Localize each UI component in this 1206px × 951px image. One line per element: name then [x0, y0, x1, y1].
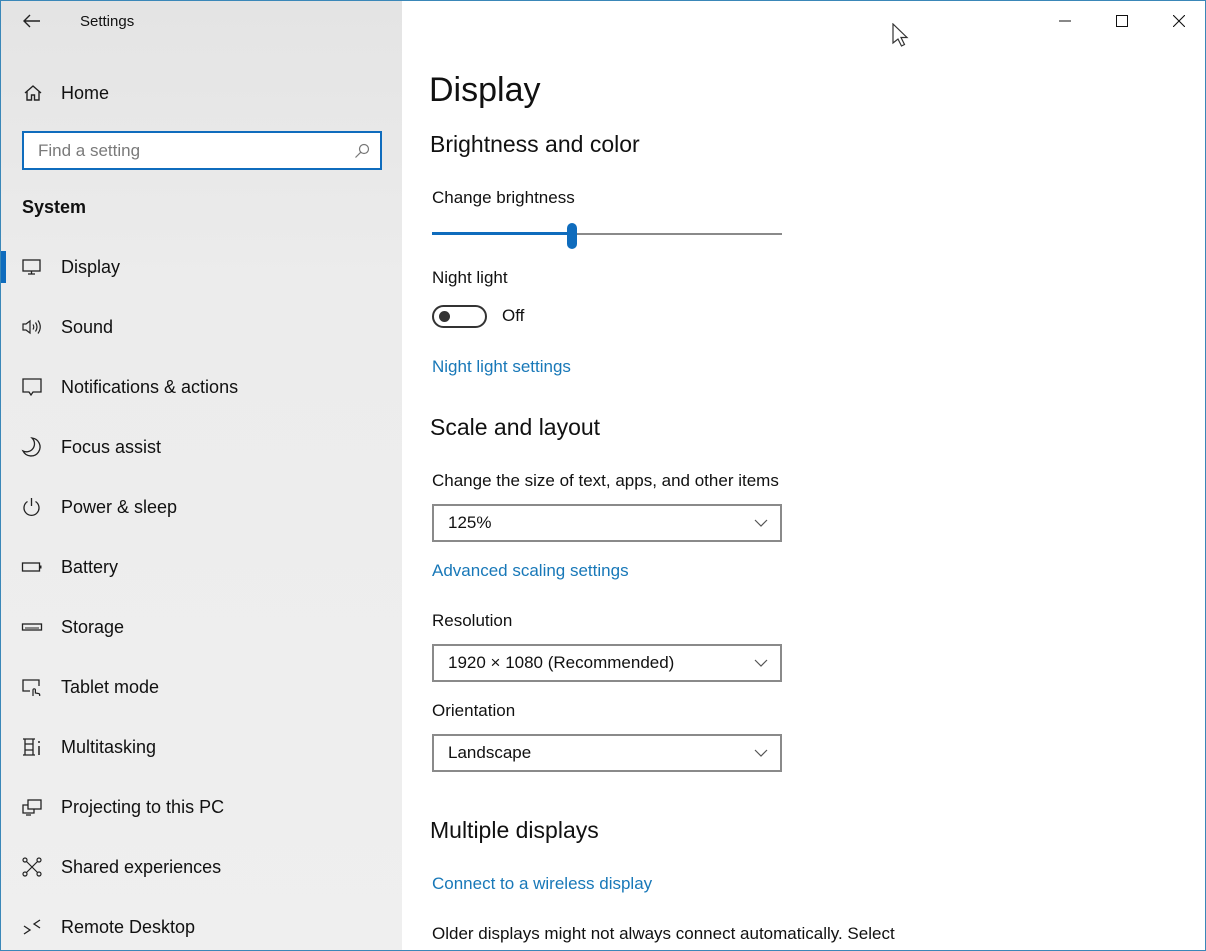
- toggle-knob: [439, 311, 450, 322]
- orientation-label: Orientation: [432, 701, 516, 720]
- settings-window: Settings Home System Display Sound Notif…: [0, 0, 1206, 951]
- sidebar-item-label: Battery: [61, 556, 119, 577]
- sidebar-item-notifications[interactable]: Notifications & actions: [1, 357, 402, 417]
- tablet-mode-icon: [22, 679, 41, 696]
- sidebar-item-display[interactable]: Display: [1, 237, 402, 297]
- minimize-icon: [1058, 20, 1071, 22]
- chevron-down-icon: [754, 519, 768, 527]
- sidebar-item-tablet-mode[interactable]: Tablet mode: [1, 657, 402, 717]
- minimize-button[interactable]: [1036, 1, 1093, 41]
- wireless-display-link[interactable]: Connect to a wireless display: [432, 874, 652, 894]
- night-light-state: Off: [502, 306, 525, 325]
- sidebar-item-focus-assist[interactable]: Focus assist: [1, 417, 402, 477]
- night-light-label: Night light: [432, 268, 508, 287]
- resolution-label: Resolution: [432, 611, 513, 630]
- scale-value: 125%: [448, 513, 492, 532]
- slider-fill: [432, 232, 572, 235]
- sidebar-item-label: Shared experiences: [61, 856, 222, 877]
- sidebar-item-home[interactable]: Home: [1, 71, 402, 115]
- orientation-value: Landscape: [448, 743, 532, 762]
- sidebar-item-label: Focus assist: [61, 436, 162, 457]
- mouse-cursor-icon: [892, 23, 909, 47]
- night-light-toggle[interactable]: [432, 305, 487, 328]
- orientation-dropdown[interactable]: Landscape: [432, 734, 782, 772]
- sidebar-item-label: Storage: [61, 616, 125, 637]
- battery-icon: [21, 562, 42, 572]
- sidebar-item-label: Remote Desktop: [61, 916, 196, 937]
- sidebar-item-label: Multitasking: [61, 736, 157, 757]
- close-button[interactable]: [1150, 1, 1205, 41]
- close-icon: [1172, 15, 1185, 27]
- main-content: Display Brightness and color Change brig…: [402, 1, 1205, 950]
- sidebar-item-storage[interactable]: Storage: [1, 597, 402, 657]
- monitor-icon: [22, 259, 41, 275]
- title-bar: Settings: [1, 1, 402, 43]
- section-heading-multiple-displays: Multiple displays: [430, 817, 599, 843]
- brightness-slider[interactable]: [432, 223, 782, 249]
- moon-icon: [21, 437, 41, 457]
- storage-icon: [21, 623, 43, 631]
- app-title: Settings: [80, 13, 135, 30]
- sidebar-item-projecting[interactable]: Projecting to this PC: [1, 777, 402, 837]
- back-arrow-icon: [23, 14, 40, 28]
- sidebar-item-shared-experiences[interactable]: Shared experiences: [1, 837, 402, 897]
- power-icon: [23, 498, 40, 516]
- advanced-scaling-link[interactable]: Advanced scaling settings: [432, 561, 629, 581]
- remote-desktop-icon: [23, 919, 41, 935]
- page-title: Display: [429, 71, 541, 109]
- chevron-down-icon: [754, 749, 768, 757]
- section-heading-scale: Scale and layout: [430, 414, 601, 440]
- maximize-button[interactable]: [1093, 1, 1150, 41]
- scale-dropdown[interactable]: 125%: [432, 504, 782, 542]
- shared-experiences-icon: [22, 857, 42, 877]
- slider-thumb[interactable]: [567, 223, 577, 249]
- speaker-icon: [22, 319, 41, 335]
- night-light-settings-link[interactable]: Night light settings: [432, 357, 571, 377]
- home-label: Home: [61, 82, 110, 103]
- scale-label: Change the size of text, apps, and other…: [432, 471, 779, 490]
- home-icon: [24, 85, 42, 101]
- section-heading-brightness: Brightness and color: [430, 131, 640, 157]
- brightness-label: Change brightness: [432, 188, 575, 207]
- sidebar-item-multitasking[interactable]: Multitasking: [1, 717, 402, 777]
- sidebar-item-label: Sound: [61, 316, 114, 337]
- sidebar-item-remote-desktop[interactable]: Remote Desktop: [1, 897, 402, 950]
- multiple-displays-description: Older displays might not always connect …: [432, 924, 895, 943]
- sidebar-item-label: Notifications & actions: [61, 376, 239, 397]
- sidebar-item-label: Projecting to this PC: [61, 796, 225, 817]
- sidebar-item-label: Power & sleep: [61, 496, 178, 517]
- back-button[interactable]: [15, 7, 49, 35]
- sidebar-item-power-sleep[interactable]: Power & sleep: [1, 477, 402, 537]
- chevron-down-icon: [754, 659, 768, 667]
- sidebar: Settings Home System Display Sound Notif…: [1, 1, 402, 950]
- sidebar-item-label: Tablet mode: [61, 676, 160, 697]
- search-icon[interactable]: [354, 143, 370, 159]
- multitasking-icon: [23, 738, 40, 756]
- sidebar-item-label: Display: [61, 256, 121, 277]
- resolution-dropdown[interactable]: 1920 × 1080 (Recommended): [432, 644, 782, 682]
- sidebar-item-sound[interactable]: Sound: [1, 297, 402, 357]
- section-label-system: System: [22, 197, 87, 217]
- sidebar-item-battery[interactable]: Battery: [1, 537, 402, 597]
- search-box[interactable]: [22, 131, 382, 170]
- notification-icon: [22, 378, 42, 397]
- search-input[interactable]: [24, 133, 344, 168]
- resolution-value: 1920 × 1080 (Recommended): [448, 653, 675, 672]
- projecting-icon: [22, 799, 42, 816]
- maximize-icon: [1115, 15, 1128, 27]
- sidebar-nav: Display Sound Notifications & actions Fo…: [1, 237, 402, 950]
- window-caption-buttons: [1036, 1, 1205, 41]
